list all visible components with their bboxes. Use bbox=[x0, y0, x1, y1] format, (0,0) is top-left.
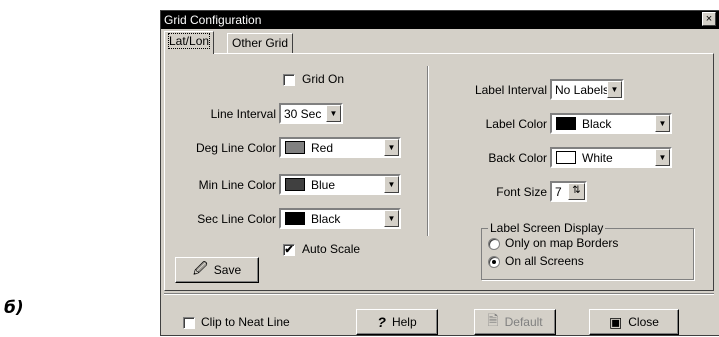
tab-other-grid[interactable]: Other Grid bbox=[227, 33, 294, 53]
sec-line-color-label: Sec Line Color bbox=[197, 212, 276, 226]
chevron-down-icon[interactable]: ▼ bbox=[607, 81, 622, 98]
min-line-color-swatch bbox=[285, 178, 305, 191]
tab-lat-lon[interactable]: Lat/Lon bbox=[164, 31, 215, 54]
question-icon: ? bbox=[377, 314, 386, 330]
deg-line-color-swatch bbox=[285, 141, 305, 154]
close-dialog-icon: ▣ bbox=[609, 313, 623, 330]
back-color-select[interactable]: White ▼ bbox=[550, 147, 672, 168]
on-all-screens-label: On all Screens bbox=[505, 254, 584, 268]
line-interval-label: Line Interval bbox=[210, 107, 276, 121]
grid-on-checkbox[interactable] bbox=[283, 74, 295, 86]
min-line-color-select[interactable]: Blue ▼ bbox=[279, 174, 401, 195]
back-color-label: Back Color bbox=[488, 151, 547, 165]
radio-on-all-screens[interactable] bbox=[488, 256, 500, 268]
close-icon[interactable]: × bbox=[702, 12, 716, 26]
font-size-value: 7 bbox=[555, 185, 562, 199]
save-button[interactable]: 🖉 Save bbox=[175, 257, 259, 283]
grid-configuration-dialog: Grid Configuration × Lat/Lon Other Grid … bbox=[160, 10, 719, 336]
label-color-label: Label Color bbox=[485, 117, 547, 131]
label-color-value: Black bbox=[582, 117, 612, 131]
default-button[interactable]: 🗎 Default bbox=[474, 309, 556, 335]
auto-scale-checkbox[interactable]: ✔ bbox=[283, 244, 295, 256]
tab-other-grid-label: Other Grid bbox=[232, 36, 289, 50]
chevron-down-icon[interactable]: ▼ bbox=[384, 176, 399, 193]
default-icon: 🗎 bbox=[487, 312, 499, 328]
title-bar: Grid Configuration × bbox=[161, 11, 719, 29]
deg-line-color-value: Red bbox=[311, 141, 334, 155]
line-interval-value: 30 Sec bbox=[284, 107, 322, 121]
grid-on-label: Grid On bbox=[302, 72, 345, 86]
chevron-down-icon[interactable]: ▼ bbox=[655, 149, 670, 166]
spin-arrows-icon[interactable]: ⇅ bbox=[568, 183, 585, 200]
dialog-title: Grid Configuration bbox=[164, 13, 262, 27]
chevron-down-icon[interactable]: ▼ bbox=[326, 105, 341, 122]
default-button-label: Default bbox=[504, 315, 543, 329]
only-on-map-borders-label: Only on map Borders bbox=[505, 236, 619, 250]
label-interval-select[interactable]: No Labels ▼ bbox=[550, 79, 624, 100]
sec-line-color-select[interactable]: Black ▼ bbox=[279, 208, 401, 229]
close-button[interactable]: ▣ Close bbox=[589, 309, 679, 335]
auto-scale-label: Auto Scale bbox=[302, 242, 361, 256]
label-interval-label: Label Interval bbox=[474, 83, 547, 97]
min-line-color-label: Min Line Color bbox=[198, 178, 276, 192]
tab-lat-lon-label: Lat/Lon bbox=[167, 33, 211, 49]
radio-selected-dot bbox=[492, 260, 496, 264]
chevron-down-icon[interactable]: ▼ bbox=[655, 115, 670, 132]
sec-line-color-swatch bbox=[285, 212, 305, 225]
column-divider bbox=[427, 66, 429, 236]
footer-divider bbox=[164, 293, 714, 295]
radio-only-on-map-borders[interactable] bbox=[488, 238, 500, 250]
label-screen-display-group: Label Screen Display Only on map Borders… bbox=[481, 221, 694, 280]
font-size-label: Font Size bbox=[496, 185, 547, 199]
back-color-value: White bbox=[582, 151, 613, 165]
sec-line-color-value: Black bbox=[311, 212, 341, 226]
clip-to-neat-line-label: Clip to Neat Line bbox=[201, 315, 290, 329]
label-interval-value: No Labels bbox=[555, 83, 610, 97]
save-button-label: Save bbox=[213, 263, 242, 277]
deg-line-color-label: Deg Line Color bbox=[195, 141, 276, 155]
help-button[interactable]: ? Help bbox=[356, 309, 438, 335]
clip-to-neat-line-checkbox[interactable] bbox=[183, 317, 195, 329]
deg-line-color-select[interactable]: Red ▼ bbox=[279, 137, 401, 158]
label-color-swatch bbox=[556, 117, 576, 130]
back-color-swatch bbox=[556, 151, 576, 164]
min-line-color-value: Blue bbox=[311, 178, 336, 192]
label-color-select[interactable]: Black ▼ bbox=[550, 113, 672, 134]
figure-caption: б) bbox=[4, 298, 24, 318]
close-button-label: Close bbox=[628, 315, 659, 329]
line-interval-select[interactable]: 30 Sec ▼ bbox=[279, 103, 343, 124]
chevron-down-icon[interactable]: ▼ bbox=[384, 210, 399, 227]
label-screen-display-title: Label Screen Display bbox=[488, 221, 606, 235]
save-icon: 🖉 bbox=[192, 260, 208, 276]
font-size-spinner[interactable]: 7 ⇅ bbox=[550, 181, 587, 202]
help-button-label: Help bbox=[391, 315, 417, 329]
chevron-down-icon[interactable]: ▼ bbox=[384, 139, 399, 156]
